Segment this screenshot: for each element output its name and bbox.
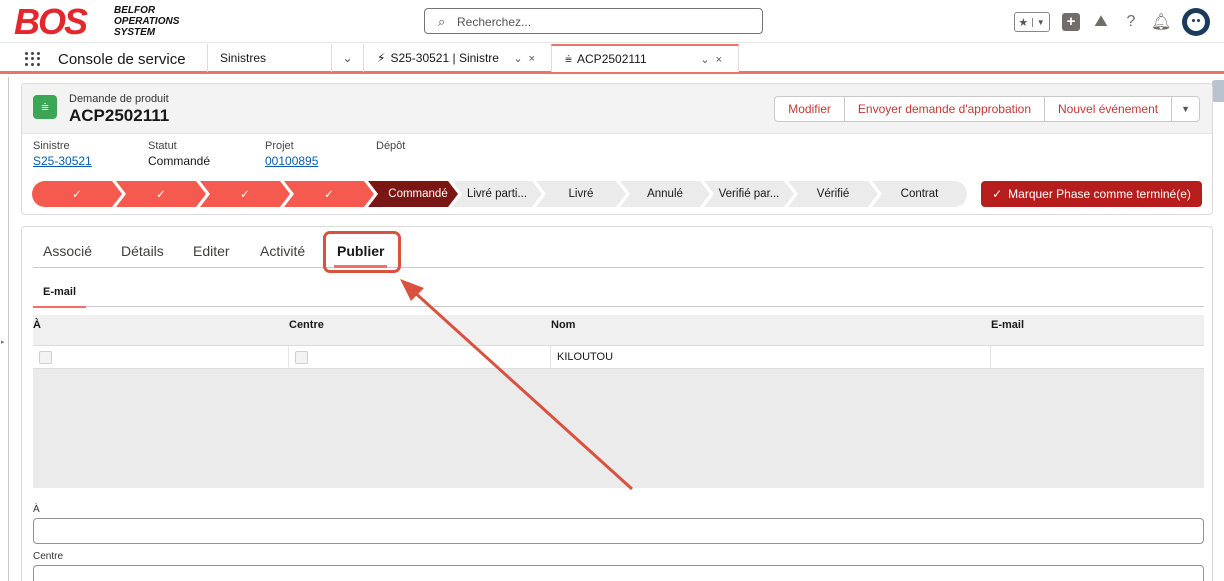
trailhead-icon[interactable]: ⛰ <box>1092 13 1110 31</box>
path-stage-completed[interactable]: ✓ <box>32 181 122 207</box>
edit-button[interactable]: Modifier <box>774 96 845 122</box>
more-actions-button[interactable]: ▼ <box>1171 96 1200 122</box>
path-stage[interactable]: Vérifié <box>788 181 878 207</box>
console-nav-bar: Console de service Sinistres ⌄ ⚡︎ S25-30… <box>0 44 1224 74</box>
nav-item-sinistres[interactable]: Sinistres <box>207 44 331 72</box>
cell-nom: KILOUTOU <box>551 346 991 368</box>
chevron-down-icon: ▼ <box>1031 17 1050 27</box>
record-actions: Modifier Envoyer demande d'approbation N… <box>774 96 1200 122</box>
workspace-tab-acp[interactable]: ⩧ ACP2502111 ⌄× <box>551 44 739 72</box>
path-stage-current[interactable]: Commandé <box>368 181 458 207</box>
sinistre-link[interactable]: S25-30521 <box>33 154 92 168</box>
column-header-nom[interactable]: Nom <box>551 319 575 331</box>
product-request-icon: ⩧ <box>33 95 57 119</box>
field-projet: Projet 00100895 <box>265 140 319 168</box>
centre-field-label: Centre <box>33 551 64 562</box>
projet-link[interactable]: 00100895 <box>265 154 318 168</box>
status-path: ✓ ✓ ✓ ✓ Commandé Livré parti... Livré An… <box>32 181 967 207</box>
tab-details[interactable]: Détails <box>121 243 164 259</box>
centre-input[interactable] <box>33 565 1204 581</box>
path-stage[interactable]: Contrat <box>872 181 967 207</box>
tab-controls[interactable]: ⌄× <box>513 52 541 65</box>
expand-arrow-icon[interactable]: ▸ <box>1 338 5 346</box>
lightning-icon: ⚡︎ <box>377 51 386 65</box>
a-field-label: À <box>33 504 40 515</box>
search-placeholder: Recherchez... <box>457 15 532 29</box>
submit-approval-button[interactable]: Envoyer demande d'approbation <box>843 96 1046 122</box>
path-stage[interactable]: Livré parti... <box>452 181 542 207</box>
global-actions-plus-icon[interactable]: + <box>1062 13 1080 31</box>
field-depot: Dépôt <box>376 140 406 152</box>
help-icon[interactable]: ? <box>1122 13 1140 31</box>
global-search-input[interactable]: ⌕ Recherchez... <box>424 8 763 34</box>
favorites-button[interactable]: ★ ▼ <box>1014 12 1050 32</box>
checkbox-centre[interactable] <box>295 350 308 364</box>
recipients-table: À Centre Nom E-mail KILOUTOU <box>33 315 1204 488</box>
app-name: Console de service <box>58 51 186 68</box>
annotation-highlight-box <box>323 231 401 273</box>
a-input[interactable] <box>33 518 1204 544</box>
cell-centre <box>289 346 551 368</box>
side-panel-toggle[interactable] <box>1212 80 1224 102</box>
global-header: BOS BELFOR OPERATIONS SYSTEM ⌕ Recherche… <box>0 0 1224 43</box>
record-header: ⩧ Demande de produit ACP2502111 Modifier… <box>22 84 1212 134</box>
path-stage[interactable]: Annulé <box>620 181 710 207</box>
path-stage[interactable]: Verifié par... <box>704 181 794 207</box>
path-stage-completed[interactable]: ✓ <box>284 181 374 207</box>
tab-associe[interactable]: Associé <box>43 243 92 259</box>
notifications-bell-icon[interactable]: 🔔︎ <box>1151 13 1171 31</box>
record-type: Demande de produit <box>69 93 169 105</box>
table-row: KILOUTOU <box>33 345 1204 369</box>
search-icon: ⌕ <box>438 14 446 29</box>
tab-editer[interactable]: Editer <box>193 243 230 259</box>
logo-subtitle: BELFOR OPERATIONS SYSTEM <box>114 5 180 38</box>
chevron-down-icon: ▼ <box>1181 104 1190 114</box>
user-avatar[interactable] <box>1182 8 1210 36</box>
nav-item-label: Sinistres <box>220 51 267 65</box>
field-statut: Statut Commandé <box>148 140 211 168</box>
tab-activite[interactable]: Activité <box>260 243 305 259</box>
header-utilities: ★ ▼ + ⛰ ? 🔔︎ <box>1014 8 1210 36</box>
nav-menu-dropdown[interactable]: ⌄ <box>331 44 363 72</box>
logo-text: BOS <box>14 1 88 42</box>
record-name: ACP2502111 <box>69 106 170 125</box>
tab-controls[interactable]: ⌄× <box>700 53 728 66</box>
workspace-tab-label: S25-30521 | Sinistre <box>390 51 499 65</box>
record-tabset: Associé Détails Editer Activité Publier <box>33 227 1204 268</box>
table-header: À Centre Nom E-mail <box>33 315 1204 345</box>
record-highlights: ⩧ Demande de produit ACP2502111 Modifier… <box>21 83 1213 215</box>
new-event-button[interactable]: Nouvel événement <box>1044 96 1173 122</box>
column-header-a[interactable]: À <box>33 319 41 331</box>
checkbox-a[interactable] <box>39 350 52 364</box>
workspace-tab-label: ACP2502111 <box>577 52 647 66</box>
field-sinistre: Sinistre S25-30521 <box>33 140 92 168</box>
path-stage[interactable]: Livré <box>536 181 626 207</box>
bos-logo[interactable]: BOS BELFOR OPERATIONS SYSTEM <box>14 3 194 41</box>
check-icon: ✓ <box>992 187 1003 201</box>
publisher-subtabs: E-mail <box>32 279 1204 308</box>
path-stage-completed[interactable]: ✓ <box>116 181 206 207</box>
path-stage-completed[interactable]: ✓ <box>200 181 290 207</box>
record-tabs-card: Associé Détails Editer Activité Publier … <box>21 226 1213 581</box>
workspace-tab-s25[interactable]: ⚡︎ S25-30521 | Sinistre ⌄× <box>363 44 551 72</box>
chevron-down-icon: ⌄ <box>342 51 353 65</box>
star-icon: ★ <box>1018 16 1029 29</box>
product-request-icon: ⩧ <box>565 51 573 66</box>
utility-divider <box>8 77 9 581</box>
column-header-email[interactable]: E-mail <box>991 319 1024 331</box>
mark-phase-complete-button[interactable]: ✓ Marquer Phase comme terminé(e) <box>981 181 1202 207</box>
app-launcher-icon[interactable] <box>25 52 41 66</box>
statut-value: Commandé <box>148 154 211 168</box>
subtab-email[interactable]: E-mail <box>32 286 87 308</box>
column-header-centre[interactable]: Centre <box>289 319 324 331</box>
cell-email <box>991 346 1204 368</box>
cell-a <box>33 346 289 368</box>
